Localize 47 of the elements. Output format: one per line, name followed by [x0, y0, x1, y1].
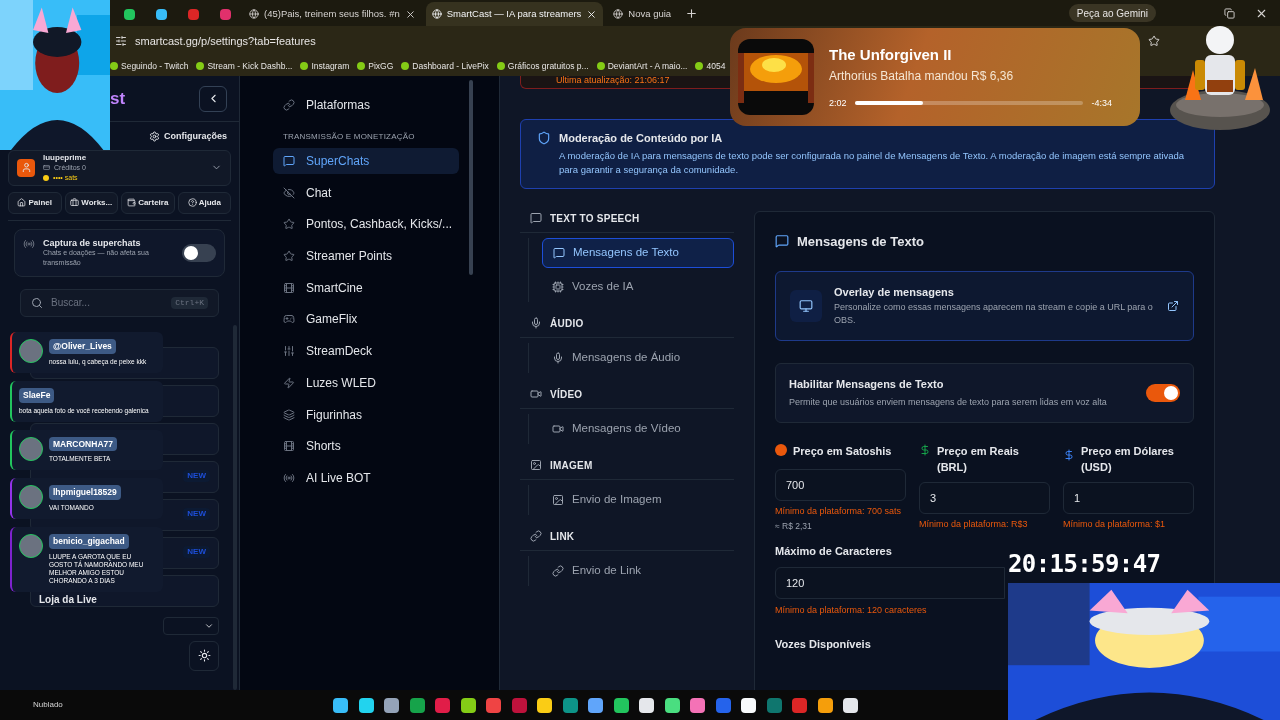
- shortcut-hint: Ctrl+K: [171, 296, 208, 309]
- overlay-title: Overlay de mensagens: [834, 285, 955, 300]
- username-badge: @Oliver_Lives: [49, 339, 116, 354]
- username-badge: benicio_gigachad: [49, 534, 129, 549]
- username-badge: SlaeFe: [19, 387, 55, 403]
- elapsed-time: 2:02: [829, 96, 847, 110]
- notice-title: Moderação de Conteúdo por IA: [559, 130, 724, 146]
- username-badge: MARCONHA77: [49, 436, 117, 452]
- search-placeholder: Buscar...: [51, 296, 91, 310]
- brand-name: st: [110, 87, 126, 110]
- field-label: Máximo de Caracteres: [775, 543, 893, 559]
- group-heading: ÁUDIO: [550, 316, 584, 331]
- username-badge: lhpmiguel18529: [49, 485, 121, 500]
- enable-title: Habilitar Mensagens de Texto: [789, 376, 945, 392]
- capture-title: Captura de superchats: [43, 237, 142, 248]
- notice-text: A moderação de IA para mensagens de texto pode ser configurada no painel de Mensagens de Texto. A moderação de imagem está sempre ativada para garantir a segurança da comunidade.: [559, 149, 1186, 178]
- overlay-text: Personalize como essas mensagens aparecem na stream e copie a URL para o OBS.: [834, 300, 1154, 327]
- countdown-timer: 20:15:59:47: [1008, 549, 1161, 580]
- conversion-note: ≈ R$ 2,31: [775, 520, 813, 533]
- group-heading: TEXT TO SPEECH: [550, 211, 640, 226]
- minimum-hint: Mínimo da plataforma: 120 caracteres: [775, 604, 928, 618]
- tab-title: Nova guia: [628, 6, 672, 21]
- status-text: Última atualização: 21:06:17: [556, 76, 670, 87]
- new-badge: NEW: [183, 470, 210, 482]
- new-badge: NEW: [183, 508, 210, 520]
- minimum-hint: Mínimo da plataforma: R$3: [919, 517, 1029, 531]
- menu-label: Loja da Live: [39, 594, 97, 605]
- price-label: Preço em Satoshis: [793, 443, 892, 459]
- section-heading: TRANSMISSÃO E MONETIZAÇÃO: [282, 131, 416, 143]
- remaining-time: -4:34: [1091, 96, 1112, 110]
- minimum-hint: Mínimo da plataforma: 700 sats: [775, 504, 903, 518]
- song-title: The Unforgiven II: [829, 45, 953, 65]
- field-label: Vozes Disponíveis: [775, 636, 872, 652]
- group-heading: IMAGEM: [550, 458, 593, 473]
- price-label: Preço em Dólares (USD): [1081, 443, 1175, 475]
- panel-title: Mensagens de Texto: [797, 232, 924, 251]
- group-heading: VÍDEO: [550, 387, 583, 402]
- weather-text: Nublado: [33, 699, 64, 711]
- account-name: luupeprime: [43, 152, 88, 163]
- group-heading: LINK: [550, 529, 575, 544]
- song-subtitle: Arthorius Batalha mandou R$ 6,36: [829, 67, 1015, 85]
- price-label: Preço em Reais (BRL): [937, 443, 1020, 475]
- tab-title: SmartCast — IA para streamers: [446, 6, 582, 21]
- new-badge: NEW: [183, 546, 210, 558]
- tab-title: (45)Pais, treinem seus filhos. #n: [264, 6, 400, 21]
- minimum-hint: Mínimo da plataforma: $1: [1063, 517, 1167, 531]
- enable-text: Permite que usuários enviem mensagens de texto para serem lidas em voz alta: [789, 396, 1108, 409]
